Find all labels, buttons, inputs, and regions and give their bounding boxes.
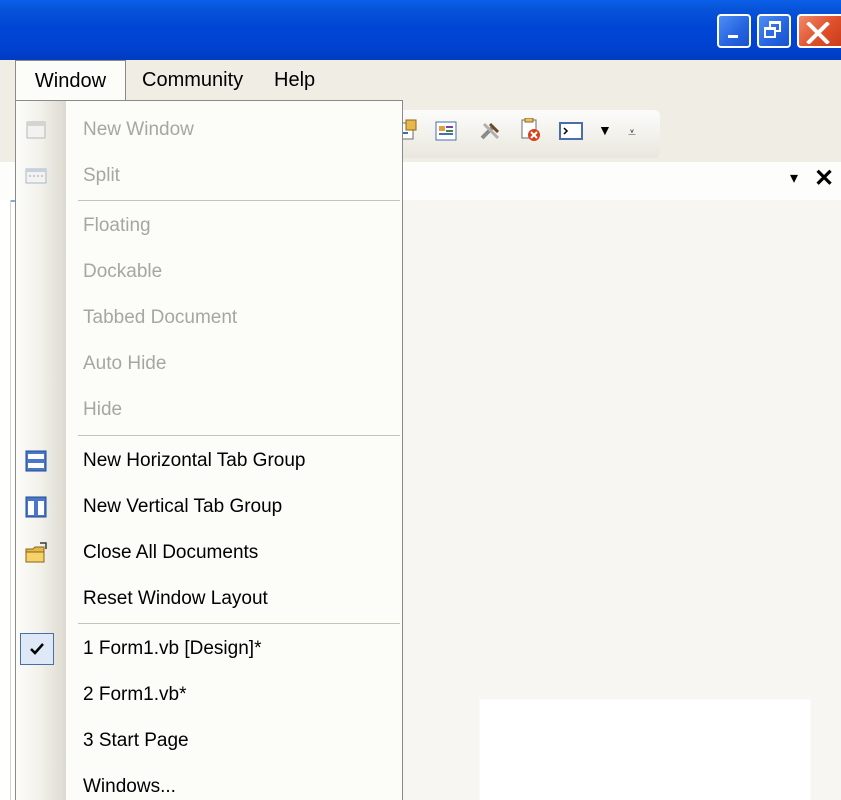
menu-bar: Window Community Help [0,60,841,101]
close-all-documents-icon [25,542,47,563]
menu-item-close-all-documents[interactable]: Close All Documents [16,530,402,576]
new-window-icon [26,121,46,139]
menu-item-label: Hide [83,399,123,420]
menu-item-start-page[interactable]: 3 Start Page [16,718,402,764]
menu-item-label: 1 Form1.vb [Design]* [83,638,262,659]
toolbar-overflow-icon[interactable]: ⩡ [628,124,636,141]
toolbox-icon[interactable] [478,118,504,144]
menu-separator [78,435,400,436]
menu-item-label: Reset Window Layout [83,588,268,609]
menu-item-floating[interactable]: Floating [16,203,402,249]
left-panel-edge [0,200,11,800]
menu-item-dockable[interactable]: Dockable [16,249,402,295]
menu-item-label: Dockable [83,261,163,282]
menu-item-label: Split [83,165,120,186]
menu-item-windows[interactable]: Windows... [16,764,402,800]
checkmark-icon [30,643,44,655]
close-window-button[interactable] [797,14,841,48]
menu-item-label: New Window [83,119,194,140]
menu-item-label: New Horizontal Tab Group [83,450,306,471]
menu-item-label: Close All Documents [83,542,259,563]
menu-community[interactable]: Community [142,60,243,100]
menu-window[interactable]: Window [15,60,126,101]
menu-item-label: Tabbed Document [83,307,238,328]
menu-item-form1-code[interactable]: 2 Form1.vb* [16,672,402,718]
error-list-icon[interactable] [518,118,544,144]
menu-help[interactable]: Help [274,60,315,100]
menu-item-hide[interactable]: Hide [16,387,402,433]
window-position-icon[interactable]: ▾ [790,168,798,188]
title-bar [0,0,841,60]
tool-window-close-icon[interactable]: ✕ [814,164,834,193]
menu-item-form1-design[interactable]: 1 Form1.vb [Design]* [16,626,402,672]
split-icon [25,168,47,184]
close-icon [806,22,830,44]
restore-button[interactable] [757,14,791,48]
checked-indicator [20,633,54,665]
menu-item-auto-hide[interactable]: Auto Hide [16,341,402,387]
menu-separator [78,623,400,624]
menu-separator [78,200,400,201]
vertical-tab-group-icon [25,496,47,518]
immediate-window-icon[interactable] [558,118,584,144]
menu-item-label: 3 Start Page [83,730,189,751]
content-panel [480,700,810,800]
menu-item-label: Floating [83,215,151,236]
menu-item-tabbed-document[interactable]: Tabbed Document [16,295,402,341]
object-browser-icon[interactable] [434,118,460,144]
menu-item-new-horizontal-tab-group[interactable]: New Horizontal Tab Group [16,438,402,484]
toolbar-dropdown-icon[interactable]: ▼ [598,122,612,138]
menu-item-label: 2 Form1.vb* [83,684,187,705]
horizontal-tab-group-icon [25,450,47,472]
menu-item-label: Auto Hide [83,353,167,374]
minimize-button[interactable] [717,14,751,48]
menu-item-label: New Vertical Tab Group [83,496,283,517]
menu-item-new-vertical-tab-group[interactable]: New Vertical Tab Group [16,484,402,530]
window-menu-dropdown: New Window Split Floating Dockable Tabbe… [15,100,403,800]
menu-item-split[interactable]: Split [16,153,402,199]
menu-item-label: Windows... [83,776,176,797]
menu-item-new-window[interactable]: New Window [16,107,402,153]
menu-item-reset-window-layout[interactable]: Reset Window Layout [16,576,402,622]
